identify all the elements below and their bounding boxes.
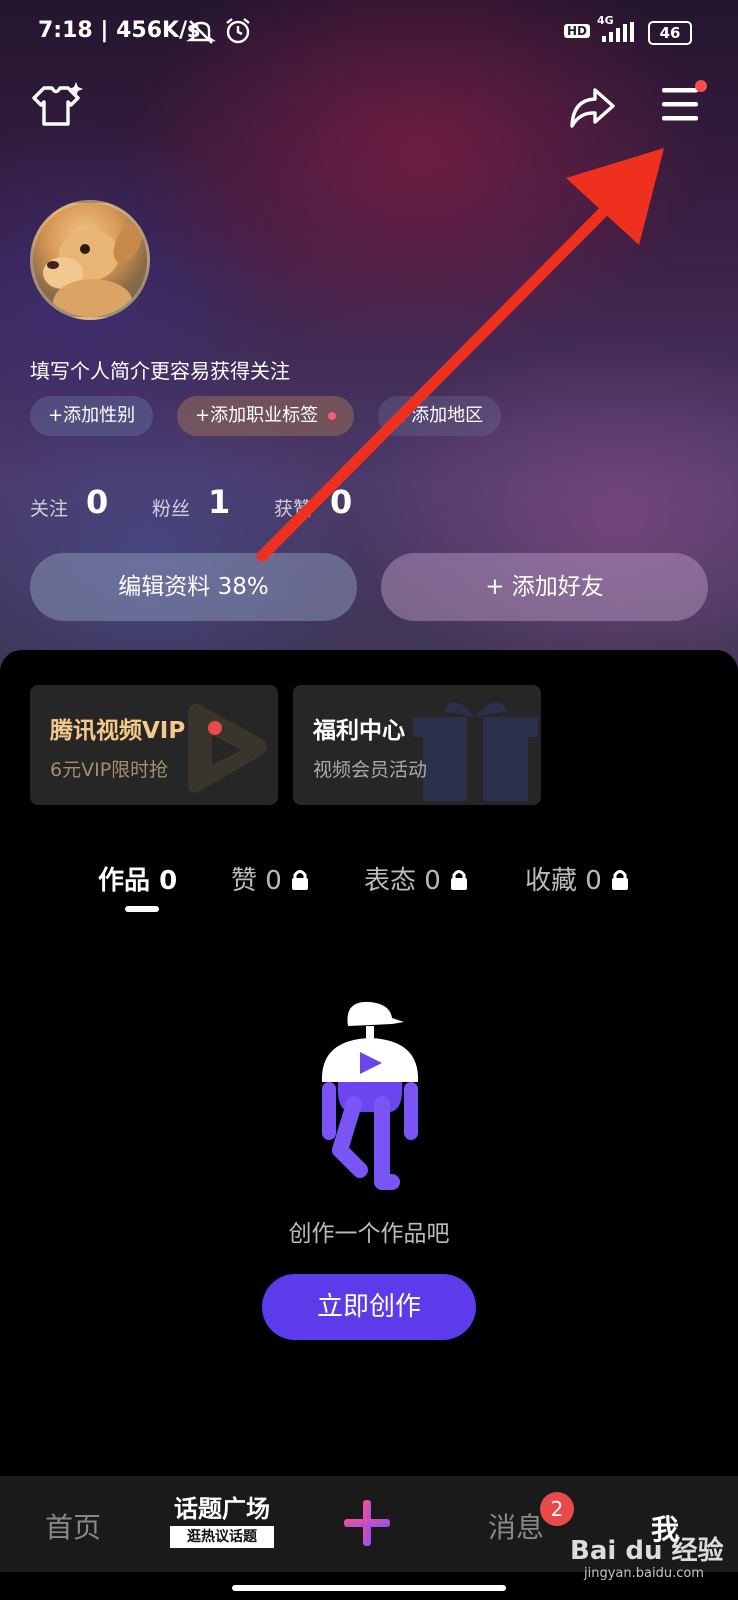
hamburger-menu-icon[interactable] xyxy=(658,76,708,130)
notification-muted-icon xyxy=(186,20,216,44)
add-friend-button[interactable]: + 添加好友 xyxy=(381,553,708,621)
edit-profile-button[interactable]: 编辑资料 38% xyxy=(30,553,357,621)
tab-reactions[interactable]: 表态 0 xyxy=(364,860,469,897)
lock-icon xyxy=(292,870,309,890)
nav-home[interactable]: 首页 xyxy=(45,1506,101,1546)
add-occupation-tag[interactable]: +添加职业标签 xyxy=(177,396,354,436)
gift-box-icon xyxy=(413,702,538,801)
home-indicator[interactable] xyxy=(232,1585,506,1591)
messages-badge: 2 xyxy=(540,1492,574,1526)
tencent-vip-card[interactable]: 腾讯视频VIP 6元VIP限时抢 xyxy=(30,685,278,805)
occupation-dot-icon xyxy=(327,412,336,420)
play-logo-icon xyxy=(188,704,267,793)
tab-favorites[interactable]: 收藏 0 xyxy=(525,860,630,897)
topic-square-subtitle: 逛热议话题 xyxy=(170,1526,274,1548)
create-plus-icon[interactable] xyxy=(342,1498,392,1548)
followers-label[interactable]: 粉丝 xyxy=(152,494,190,521)
welfare-center-card[interactable]: 福利中心 视频会员活动 xyxy=(293,685,541,805)
likes-count[interactable]: 0 xyxy=(330,483,352,521)
share-arrow-icon[interactable] xyxy=(568,86,616,130)
bio-hint[interactable]: 填写个人简介更容易获得关注 xyxy=(30,355,290,384)
followers-count[interactable]: 1 xyxy=(208,483,230,521)
tab-works[interactable]: 作品 0 xyxy=(98,860,177,897)
watermark-brand: Bai du 经验 xyxy=(570,1536,724,1566)
avatar[interactable] xyxy=(30,200,150,320)
tencent-vip-title: 腾讯视频VIP xyxy=(50,718,186,744)
vip-dot-icon xyxy=(208,721,222,735)
lock-icon xyxy=(451,870,468,890)
status-time: 7:18 | 456K/s xyxy=(38,18,201,43)
watermark-url: jingyan.baidu.com xyxy=(584,1566,704,1581)
empty-creator-illustration-icon xyxy=(321,1001,419,1190)
welfare-center-title: 福利中心 xyxy=(313,718,405,744)
topic-square-title: 话题广场 xyxy=(174,1495,270,1523)
battery-indicator: 46 xyxy=(648,21,692,45)
create-now-button[interactable]: 立即创作 xyxy=(262,1274,476,1340)
empty-state-text: 创作一个作品吧 xyxy=(288,1221,450,1247)
welfare-center-subtitle: 视频会员活动 xyxy=(313,759,428,781)
alarm-icon xyxy=(226,18,250,44)
following-count[interactable]: 0 xyxy=(86,483,108,521)
add-gender-tag[interactable]: +添加性别 xyxy=(30,396,154,436)
add-region-tag[interactable]: +添加地区 xyxy=(378,396,502,436)
signal-icon xyxy=(602,22,634,42)
add-occupation-label: +添加职业标签 xyxy=(195,405,319,426)
tshirt-sparkle-icon[interactable] xyxy=(30,82,84,128)
following-label[interactable]: 关注 xyxy=(30,494,68,521)
nav-topic-square[interactable]: 话题广场 逛热议话题 xyxy=(170,1494,274,1550)
nav-messages[interactable]: 消息 xyxy=(488,1506,544,1546)
likes-label[interactable]: 获赞 xyxy=(274,494,312,521)
hd-badge: HD xyxy=(564,24,591,38)
screen: 7:18 | 456K/s HD 4G 46 填写个人简介更容易获得关注 +添加… xyxy=(0,0,738,1600)
lock-icon xyxy=(612,870,629,890)
tencent-vip-subtitle: 6元VIP限时抢 xyxy=(50,759,169,781)
tab-likes[interactable]: 赞 0 xyxy=(231,860,310,897)
tab-works-indicator xyxy=(125,906,159,912)
